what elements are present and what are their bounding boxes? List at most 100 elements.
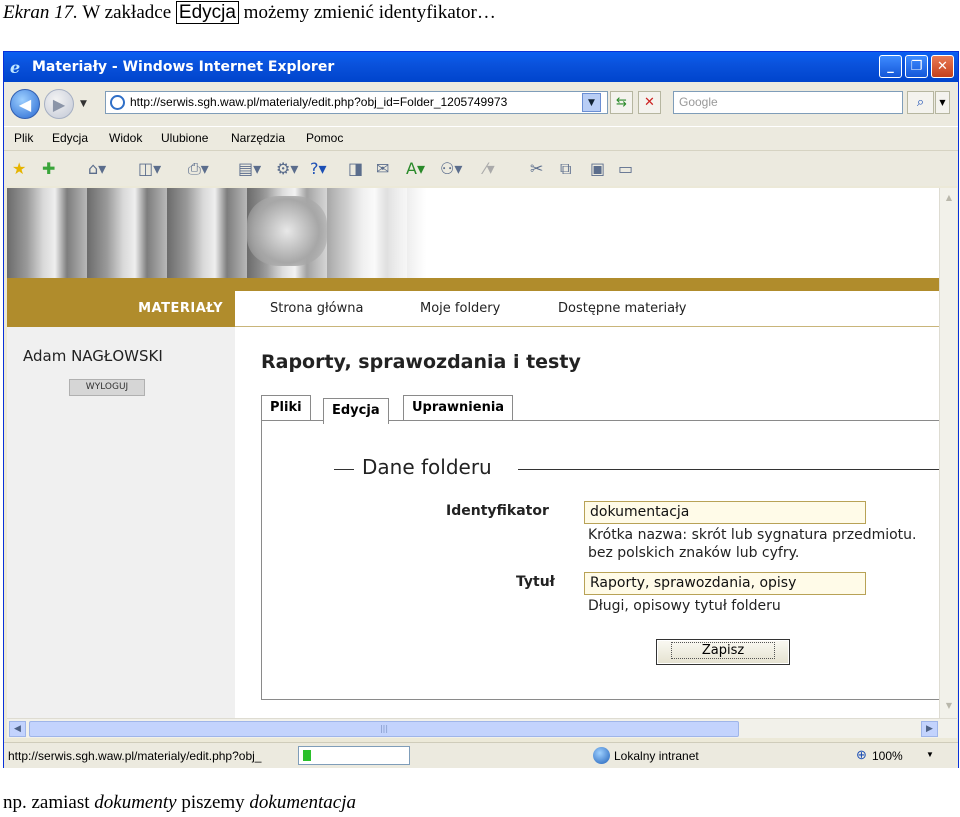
fieldset-rule-right: [518, 469, 939, 470]
title-field[interactable]: Raporty, sprawozdania, opisy: [584, 572, 866, 595]
home-icon[interactable]: ⌂▾: [88, 159, 106, 179]
page-viewport: MATERIAŁY Strona główna Moje foldery Dos…: [7, 188, 939, 718]
save-button-label: Zapisz: [670, 642, 776, 659]
paste-icon[interactable]: ▣: [590, 159, 605, 179]
command-toolbar: ★ ✚ ⌂▾ ◫▾ ⎙▾ ▤▾ ⚙▾ ?▾ ◨ ✉ A▾ ⚇▾ ⁄▾ ✂ ⧉ ▣…: [4, 150, 958, 186]
minimize-button[interactable]: _: [879, 55, 902, 78]
back-button[interactable]: ◀: [10, 89, 40, 119]
menu-item-edit[interactable]: Edycja: [52, 131, 88, 145]
caption-prefix: Ekran 17.: [3, 2, 78, 23]
user-name: Adam NAGŁOWSKI: [23, 347, 163, 365]
footnote-word-2: dokumentacja: [249, 792, 356, 813]
caption-boxed-word: Edycja: [175, 1, 239, 24]
cut-icon[interactable]: ✂: [530, 159, 543, 179]
messenger-icon[interactable]: ⚇▾: [440, 159, 462, 179]
edit-panel: Dane folderu Identyfikator dokumentacja …: [261, 420, 939, 700]
document-footnote: np. zamiast dokumenty piszemy dokumentac…: [3, 792, 356, 814]
nav-link-my-folders[interactable]: Moje foldery: [420, 301, 500, 316]
title-hint: Długi, opisowy tytuł folderu: [588, 598, 781, 614]
status-bar: http://serwis.sgh.waw.pl/materialy/edit.…: [4, 742, 958, 768]
zoom-magnifier-icon[interactable]: ⊕: [856, 747, 867, 763]
restore-button[interactable]: ❐: [905, 55, 928, 78]
tab-permissions[interactable]: Uprawnienia: [403, 395, 514, 421]
identifier-label: Identyfikator: [446, 503, 549, 519]
address-dropdown-icon[interactable]: ▼: [582, 93, 601, 112]
forward-button[interactable]: ▶: [44, 89, 74, 119]
title-bar: e Materiały - Windows Internet Explorer …: [4, 52, 958, 82]
status-url: http://serwis.sgh.waw.pl/materialy/edit.…: [8, 749, 262, 763]
security-zone: Lokalny intranet: [614, 749, 699, 763]
caption-text-after: możemy zmienić identyfikator…: [238, 2, 496, 23]
menu-item-favorites[interactable]: Ulubione: [161, 131, 208, 145]
intranet-globe-icon: [593, 747, 610, 764]
address-input[interactable]: http://serwis.sgh.waw.pl/materialy/edit.…: [105, 91, 608, 114]
menu-item-help[interactable]: Pomoc: [306, 131, 343, 145]
edit-pen-icon[interactable]: ⁄▾: [484, 159, 495, 179]
window-icon[interactable]: ▭: [618, 159, 633, 179]
zoom-dropdown-icon[interactable]: ▼: [926, 750, 934, 759]
vertical-scrollbar[interactable]: ▲ ▼: [939, 188, 957, 718]
history-dropdown-icon[interactable]: ▼: [80, 99, 87, 109]
mail-icon[interactable]: ✉: [376, 159, 389, 179]
footnote-prefix: np. zamiast: [3, 792, 95, 813]
stop-icon[interactable]: ✕: [638, 91, 661, 114]
scroll-left-icon[interactable]: ◀: [9, 721, 26, 737]
fieldset-legend: Dane folderu: [362, 455, 492, 479]
research-icon[interactable]: ◨: [348, 159, 363, 179]
identifier-hint-line-1: Krótka nazwa: skrót lub sygnatura przedm…: [588, 527, 917, 543]
scroll-down-icon[interactable]: ▼: [941, 698, 957, 714]
caption-text-before: W zakładce: [77, 2, 176, 23]
ie-logo-icon: e: [10, 58, 21, 77]
refresh-icon[interactable]: ⇆: [610, 91, 633, 114]
tab-files[interactable]: Pliki: [261, 395, 311, 421]
menu-bar: Plik Edycja Widok Ulubione Narzędzia Pom…: [4, 126, 958, 150]
print-icon[interactable]: ⎙▾: [188, 159, 209, 179]
scroll-up-icon[interactable]: ▲: [941, 190, 957, 206]
scroll-thumb[interactable]: |||: [29, 721, 739, 737]
progress-fill: [303, 750, 311, 761]
search-input[interactable]: Google: [673, 91, 903, 114]
search-dropdown-icon[interactable]: ▼: [935, 91, 950, 114]
menu-item-view[interactable]: Widok: [109, 131, 142, 145]
fieldset-rule-left: [334, 469, 354, 470]
tab-edit[interactable]: Edycja: [323, 398, 389, 424]
translate-icon[interactable]: A▾: [406, 159, 425, 179]
address-url: http://serwis.sgh.waw.pl/materialy/edit.…: [130, 95, 508, 109]
add-favorite-icon[interactable]: ✚: [42, 159, 55, 179]
search-icon[interactable]: ⌕: [907, 91, 934, 114]
page-icon: [110, 95, 125, 110]
progress-bar: [298, 746, 410, 765]
window-title: Materiały - Windows Internet Explorer: [32, 59, 335, 75]
banner-photo: [7, 188, 427, 278]
identifier-hint-line-2: bez polskich znaków lub cyfry.: [588, 545, 800, 561]
footnote-word-1: dokumenty: [94, 792, 177, 813]
feeds-icon[interactable]: ◫▾: [138, 159, 161, 179]
banner-gold-strip: [7, 278, 939, 291]
nav-link-available-materials[interactable]: Dostępne materiały: [558, 301, 687, 316]
user-sidebar: Adam NAGŁOWSKI WYLOGUJ: [7, 327, 235, 718]
favorites-star-icon[interactable]: ★: [12, 159, 26, 179]
logout-button[interactable]: WYLOGUJ: [69, 379, 145, 396]
save-button[interactable]: Zapisz: [656, 639, 790, 665]
help-icon[interactable]: ?▾: [310, 159, 327, 179]
close-button[interactable]: ✕: [931, 55, 954, 78]
page-icon-menu[interactable]: ▤▾: [238, 159, 261, 179]
address-bar: ◀ ▶ ▼ http://serwis.sgh.waw.pl/materialy…: [4, 82, 958, 126]
menu-item-file[interactable]: Plik: [14, 131, 33, 145]
identifier-field[interactable]: dokumentacja: [584, 501, 866, 524]
scroll-right-icon[interactable]: ▶: [921, 721, 938, 737]
nav-link-home[interactable]: Strona główna: [270, 301, 363, 316]
page-title: Raporty, sprawozdania i testy: [261, 351, 581, 373]
menu-item-tools[interactable]: Narzędzia: [231, 131, 285, 145]
zoom-level[interactable]: 100%: [872, 749, 903, 763]
title-label: Tytuł: [516, 574, 555, 590]
footnote-middle: piszemy: [176, 792, 250, 813]
horizontal-scrollbar[interactable]: ◀ ||| ▶: [7, 718, 957, 738]
tools-gear-icon[interactable]: ⚙▾: [276, 159, 298, 179]
site-banner: [7, 188, 939, 278]
site-nav: MATERIAŁY Strona główna Moje foldery Dos…: [7, 291, 939, 327]
document-caption: Ekran 17. W zakładce Edycja możemy zmien…: [3, 1, 496, 24]
browser-window: e Materiały - Windows Internet Explorer …: [3, 51, 959, 768]
section-label: MATERIAŁY: [7, 291, 235, 327]
copy-icon[interactable]: ⧉: [560, 159, 571, 179]
